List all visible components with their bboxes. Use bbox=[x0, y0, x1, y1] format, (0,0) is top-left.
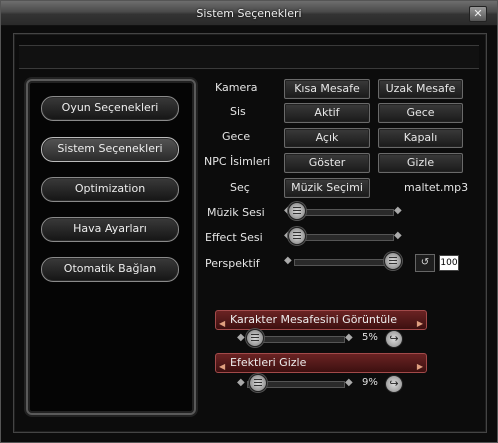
slider-knob[interactable] bbox=[249, 374, 268, 392]
perspektif-value: 100 bbox=[439, 255, 459, 271]
kamera-uzak-button[interactable]: Uzak Mesafe bbox=[378, 79, 463, 99]
perspektif-label: Perspektif bbox=[205, 257, 260, 270]
slider-knob[interactable] bbox=[288, 227, 306, 245]
music-file-name: maltet.mp3 bbox=[404, 181, 469, 194]
nav-oyun-secenekleri[interactable]: Oyun Seçenekleri bbox=[41, 96, 179, 121]
slider-right-cap-icon: ◆ bbox=[394, 230, 402, 241]
slider-knob[interactable] bbox=[288, 202, 306, 220]
sis-aktif-button[interactable]: Aktif bbox=[284, 103, 370, 123]
slider-track bbox=[294, 209, 394, 216]
window-title: Sistem Seçenekleri bbox=[196, 7, 302, 20]
efektleri-gizle-percent: 9% bbox=[362, 377, 378, 388]
arrow-left-icon: ◀ bbox=[219, 319, 226, 328]
efektleri-gizle-label: Efektleri Gizle bbox=[230, 356, 307, 369]
muzik-secimi-button[interactable]: Müzik Seçimi bbox=[284, 178, 370, 198]
slider-left-cap-icon: ◆ bbox=[237, 377, 245, 388]
npc-gizle-button[interactable]: Gizle bbox=[378, 153, 463, 173]
undo-icon[interactable]: ↺ bbox=[415, 254, 435, 272]
muzik-sesi-slider[interactable]: ◆ ◆ bbox=[284, 202, 404, 220]
sis-label: Sis bbox=[230, 105, 246, 118]
slider-right-cap-icon: ◆ bbox=[345, 377, 353, 388]
settings-window: Sistem Seçenekleri ✕ Oyun Seçenekleri Si… bbox=[0, 0, 498, 443]
efektleri-gizle-slider[interactable]: ◆ ◆ bbox=[237, 374, 355, 392]
close-button[interactable]: ✕ bbox=[469, 6, 487, 22]
gece-kapali-button[interactable]: Kapalı bbox=[378, 128, 463, 148]
nav-optimization[interactable]: Optimization bbox=[41, 177, 179, 202]
slider-track bbox=[294, 234, 394, 241]
slider-track bbox=[294, 259, 394, 266]
arrow-left-icon: ◀ bbox=[219, 362, 226, 371]
efektleri-gizle-bar[interactable]: ◀ Efektleri Gizle ▶ bbox=[215, 353, 427, 373]
npc-label: NPC İsimleri bbox=[204, 155, 271, 168]
title-bar[interactable]: Sistem Seçenekleri ✕ bbox=[1, 1, 497, 26]
perspektif-slider[interactable]: ◆ ◆ bbox=[284, 252, 404, 270]
slider-knob[interactable] bbox=[384, 252, 402, 270]
nav-hava-ayarlari[interactable]: Hava Ayarları bbox=[41, 217, 179, 242]
nav-otomatik-baglan[interactable]: Otomatik Bağlan bbox=[41, 257, 179, 282]
kamera-label: Kamera bbox=[215, 81, 258, 94]
arrow-right-icon: ▶ bbox=[416, 319, 423, 328]
karakter-mesafesi-label: Karakter Mesafesini Görüntüle bbox=[230, 313, 398, 326]
kamera-kisa-button[interactable]: Kısa Mesafe bbox=[284, 79, 370, 99]
gece-acik-button[interactable]: Açık bbox=[284, 128, 370, 148]
slider-right-cap-icon: ◆ bbox=[345, 332, 353, 343]
category-panel bbox=[26, 79, 196, 415]
apply-arrow-icon[interactable]: ↪ bbox=[385, 375, 403, 393]
arrow-right-icon: ▶ bbox=[416, 362, 423, 371]
header-strip bbox=[19, 45, 479, 69]
apply-arrow-icon[interactable]: ↪ bbox=[385, 330, 403, 348]
muzik-sesi-label: Müzik Sesi bbox=[207, 206, 265, 219]
slider-left-cap-icon: ◆ bbox=[284, 255, 292, 266]
npc-goster-button[interactable]: Göster bbox=[284, 153, 370, 173]
nav-sistem-secenekleri[interactable]: Sistem Seçenekleri bbox=[41, 137, 179, 162]
slider-right-cap-icon: ◆ bbox=[394, 205, 402, 216]
slider-knob[interactable] bbox=[245, 329, 264, 347]
karakter-mesafesi-slider[interactable]: ◆ ◆ bbox=[237, 329, 355, 347]
sis-gece-button[interactable]: Gece bbox=[378, 103, 463, 123]
karakter-mesafesi-percent: 5% bbox=[362, 332, 378, 343]
gece-label: Gece bbox=[222, 130, 251, 143]
effect-sesi-slider[interactable]: ◆ ◆ bbox=[284, 227, 404, 245]
sec-label: Seç bbox=[230, 181, 250, 194]
effect-sesi-label: Effect Sesi bbox=[205, 231, 263, 244]
karakter-mesafesi-bar[interactable]: ◀ Karakter Mesafesini Görüntüle ▶ bbox=[215, 310, 427, 330]
